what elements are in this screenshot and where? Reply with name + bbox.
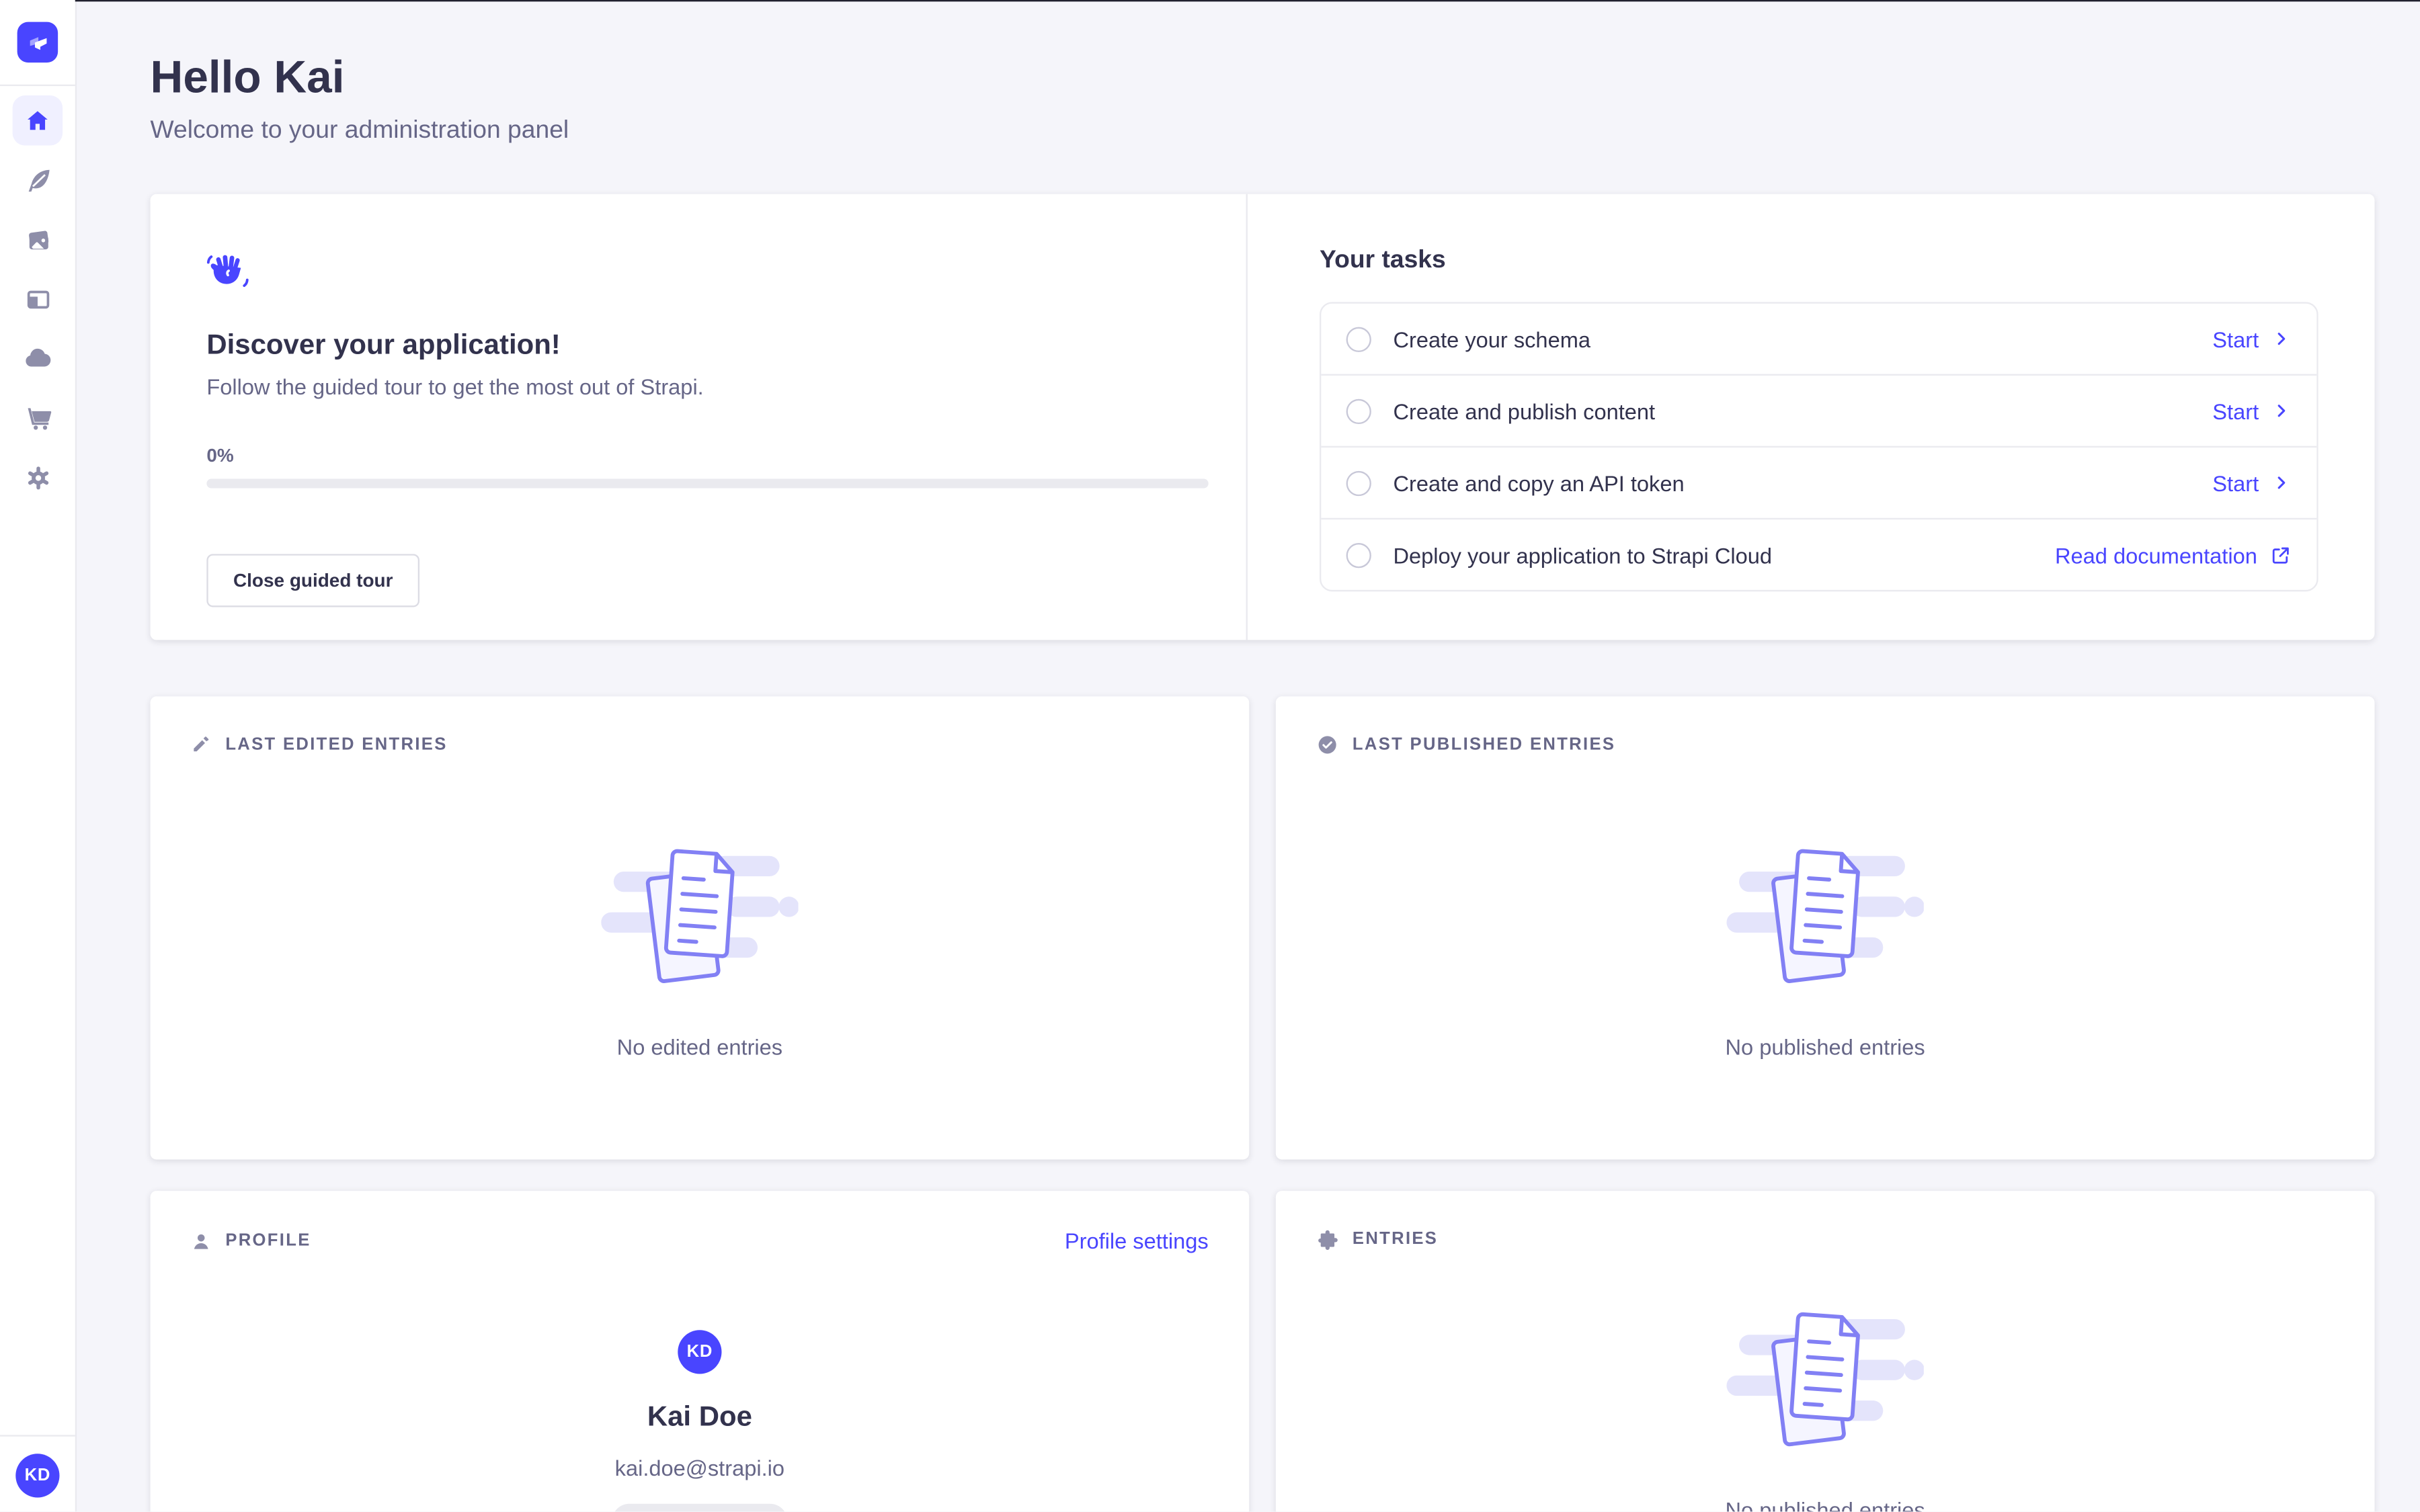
- user-icon: [191, 1230, 211, 1251]
- window-top-edge: [75, 0, 2420, 2]
- sidebar-nav: [13, 95, 63, 511]
- task-action-label: Start: [2212, 398, 2259, 423]
- last-edited-entries-card: LAST EDITED ENTRIES: [151, 696, 1250, 1159]
- chevron-right-icon: [2271, 401, 2292, 421]
- profile-avatar: KD: [678, 1330, 721, 1374]
- sidebar-item-home[interactable]: [13, 95, 63, 146]
- empty-state: No published entries: [1276, 840, 2375, 1059]
- guided-tour-title: Discover your application!: [206, 327, 1207, 362]
- your-tasks-section: Your tasks Create your schema Start: [1248, 194, 2375, 640]
- last-published-entries-card: LAST PUBLISHED ENTRIES: [1276, 696, 2375, 1159]
- sidebar-item-marketplace[interactable]: [13, 392, 63, 443]
- empty-documents-illustration: [1726, 1304, 1923, 1457]
- main-content: Hello Kai Welcome to your administration…: [75, 0, 2420, 1512]
- external-link-icon: [2269, 544, 2292, 566]
- pencil-icon: [191, 734, 211, 754]
- empty-state-text: No edited entries: [151, 1034, 1250, 1059]
- media-icon: [23, 224, 52, 254]
- tasks-title: Your tasks: [1320, 247, 2318, 276]
- task-row[interactable]: Create and publish content Start: [1321, 374, 2316, 446]
- page-subtitle: Welcome to your administration panel: [151, 116, 2375, 145]
- check-circle-icon: [1316, 734, 1338, 756]
- profile-card: PROFILE Profile settings KD Kai Doe kai.…: [151, 1191, 1250, 1512]
- guided-tour-intro: Discover your application! Follow the gu…: [151, 194, 1248, 640]
- task-read-documentation-link[interactable]: Read documentation: [2055, 542, 2292, 567]
- sidebar: KD: [0, 0, 77, 1512]
- profile-role-badge: [612, 1504, 787, 1512]
- task-action-label: Start: [2212, 470, 2259, 495]
- task-label: Create and copy an API token: [1393, 470, 1684, 495]
- strapi-logo[interactable]: [17, 22, 58, 63]
- home-icon: [24, 106, 52, 134]
- profile-body: KD Kai Doe kai.doe@strapi.io: [151, 1257, 1250, 1512]
- empty-documents-illustration: [1726, 840, 1923, 993]
- progress-label: 0%: [206, 444, 1207, 466]
- task-label: Deploy your application to Strapi Cloud: [1393, 542, 1772, 567]
- user-avatar[interactable]: KD: [15, 1454, 59, 1498]
- card-header: LAST EDITED ENTRIES: [191, 734, 1209, 754]
- cart-icon: [23, 403, 52, 433]
- task-start-link[interactable]: Start: [2212, 398, 2292, 423]
- card-header: ENTRIES: [1316, 1228, 2334, 1251]
- cloud-icon: [22, 343, 54, 374]
- feather-icon: [23, 165, 52, 195]
- sidebar-item-content-type-builder[interactable]: [13, 274, 63, 325]
- empty-documents-illustration: [601, 840, 798, 993]
- strapi-admin-homepage: KD Hello Kai Welcome to your administrat…: [0, 0, 2420, 1512]
- empty-state: No edited entries: [151, 840, 1250, 1059]
- sidebar-item-content-manager[interactable]: [13, 155, 63, 206]
- close-guided-tour-button[interactable]: Close guided tour: [206, 554, 419, 607]
- task-status-circle: [1346, 470, 1371, 495]
- chevron-right-icon: [2271, 472, 2292, 493]
- task-action-label: Start: [2212, 327, 2259, 351]
- tasks-list: Create your schema Start Create and publ…: [1320, 302, 2318, 591]
- task-label: Create your schema: [1393, 327, 1590, 351]
- empty-state-text: No published entries: [1276, 1034, 2375, 1059]
- chevron-right-icon: [2271, 329, 2292, 349]
- card-header: PROFILE Profile settings: [191, 1228, 1209, 1253]
- task-start-link[interactable]: Start: [2212, 327, 2292, 351]
- gear-icon: [23, 462, 52, 492]
- task-row[interactable]: Deploy your application to Strapi Cloud …: [1321, 518, 2316, 590]
- guided-tour-card: Discover your application! Follow the gu…: [151, 194, 2375, 640]
- task-action-label: Read documentation: [2055, 542, 2257, 567]
- profile-settings-link[interactable]: Profile settings: [1065, 1228, 1209, 1253]
- task-label: Create and publish content: [1393, 398, 1655, 423]
- task-row[interactable]: Create and copy an API token Start: [1321, 446, 2316, 518]
- task-start-link[interactable]: Start: [2212, 470, 2292, 495]
- card-header-label: LAST PUBLISHED ENTRIES: [1353, 735, 1615, 754]
- layout-icon: [23, 284, 52, 314]
- sidebar-divider: [0, 85, 75, 86]
- card-header-label: PROFILE: [225, 1232, 311, 1251]
- entries-card: ENTRIES: [1276, 1191, 2375, 1512]
- waving-hand-icon: [206, 251, 249, 293]
- sidebar-item-cloud[interactable]: [13, 333, 63, 384]
- profile-name: Kai Doe: [151, 1400, 1250, 1432]
- strapi-logo-icon: [26, 30, 49, 54]
- task-row[interactable]: Create your schema Start: [1321, 304, 2316, 374]
- progress-bar: [206, 479, 1208, 489]
- page-title: Hello Kai: [151, 52, 2375, 105]
- task-status-circle: [1346, 327, 1371, 351]
- sidebar-item-media-library[interactable]: [13, 214, 63, 265]
- empty-state: No published entries: [1276, 1304, 2375, 1512]
- card-header: LAST PUBLISHED ENTRIES: [1316, 734, 2334, 756]
- sidebar-item-settings[interactable]: [13, 452, 63, 503]
- profile-email: kai.doe@strapi.io: [151, 1456, 1250, 1482]
- guided-tour-subtitle: Follow the guided tour to get the most o…: [206, 372, 1207, 401]
- puzzle-icon: [1316, 1228, 1338, 1251]
- empty-state-text: No published entries: [1276, 1497, 2375, 1512]
- task-status-circle: [1346, 542, 1371, 567]
- sidebar-user: KD: [0, 1435, 75, 1512]
- card-header-label: LAST EDITED ENTRIES: [225, 734, 447, 753]
- card-header-label: ENTRIES: [1353, 1230, 1438, 1249]
- task-status-circle: [1346, 398, 1371, 423]
